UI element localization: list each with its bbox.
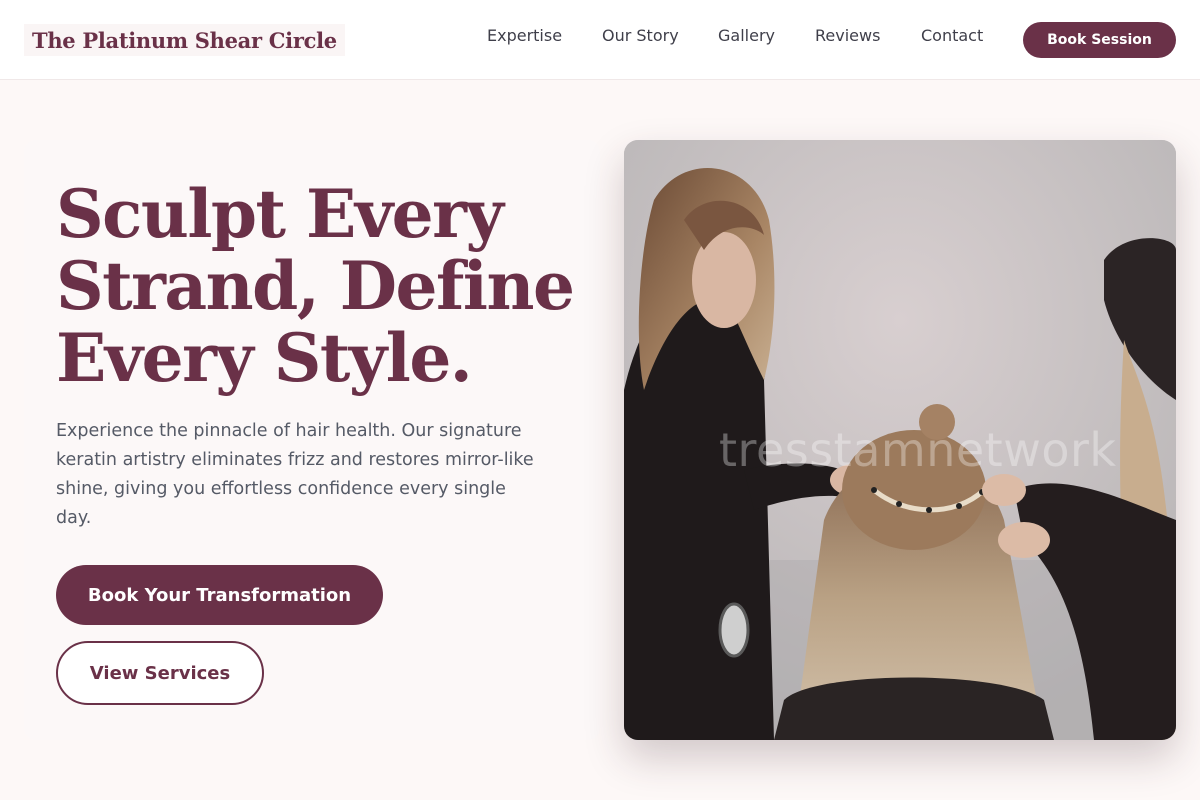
hero-headline: Sculpt Every Strand, Define Every Style. <box>56 178 576 394</box>
top-navigation-bar: The Platinum Shear Circle Expertise Our … <box>0 0 1200 80</box>
book-transformation-button[interactable]: Book Your Transformation <box>56 565 383 625</box>
nav-link-reviews[interactable]: Reviews <box>815 26 880 45</box>
hero-photo: tresstamnetwork <box>624 140 1176 740</box>
nav-link-expertise[interactable]: Expertise <box>487 26 562 45</box>
nav-link-our-story[interactable]: Our Story <box>602 26 679 45</box>
hero-lead-paragraph: Experience the pinnacle of hair health. … <box>56 421 534 528</box>
photo-watermark: tresstamnetwork <box>719 423 1117 477</box>
nav-link-contact[interactable]: Contact <box>921 26 983 45</box>
headline-line-2: Strand, Define <box>56 247 575 325</box>
book-session-button[interactable]: Book Session <box>1023 22 1176 58</box>
brand-logo[interactable]: The Platinum Shear Circle <box>24 24 345 56</box>
headline-line-3: Every Style. <box>56 319 473 397</box>
nav-link-gallery[interactable]: Gallery <box>718 26 775 45</box>
view-services-button[interactable]: View Services <box>56 641 264 705</box>
headline-line-1: Sculpt Every <box>56 175 504 253</box>
